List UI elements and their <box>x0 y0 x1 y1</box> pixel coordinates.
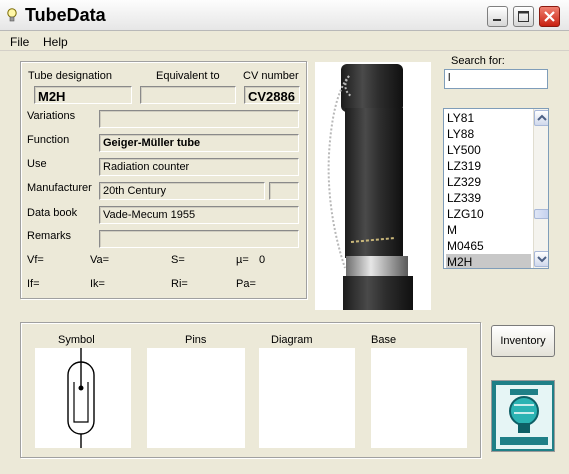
symbol-label: Symbol <box>58 334 95 346</box>
scroll-down-button[interactable] <box>534 251 548 267</box>
search-input[interactable]: l <box>444 69 548 89</box>
base-box <box>371 348 467 448</box>
search-label: Search for: <box>451 55 505 67</box>
menu-bar: File Help <box>0 31 569 51</box>
va-label: Va= <box>90 254 110 266</box>
lightbulb-icon <box>7 8 17 22</box>
list-item[interactable]: M0465 <box>446 238 531 254</box>
list-item[interactable]: LZ319 <box>446 158 531 174</box>
equivalent-to-field[interactable] <box>140 86 236 104</box>
tube-logo-icon <box>491 380 555 452</box>
data-book-label: Data book <box>27 207 78 219</box>
maximize-icon <box>518 11 529 22</box>
list-item[interactable]: LZ339 <box>446 190 531 206</box>
chevron-down-icon <box>537 256 547 263</box>
window-title: TubeData <box>25 5 106 25</box>
symbol-box <box>35 348 131 448</box>
variations-field[interactable] <box>99 110 299 128</box>
minimize-icon <box>493 19 501 21</box>
chevron-up-icon <box>537 114 547 121</box>
equivalent-to-label: Equivalent to <box>156 70 220 82</box>
list-item[interactable]: LY81 <box>446 110 531 126</box>
list-scrollbar[interactable] <box>533 109 548 268</box>
variations-label: Variations <box>27 110 76 122</box>
pins-label: Pins <box>185 334 207 346</box>
manufacturer-field[interactable]: 20th Century <box>99 182 265 200</box>
pa-label: Pa= <box>236 278 256 290</box>
close-icon <box>544 11 555 22</box>
remarks-field[interactable] <box>99 230 299 248</box>
diagram-box <box>259 348 355 448</box>
tube-list[interactable]: LY81 LY88 LY500 LZ319 LZ329 LZ339 LZG10 … <box>443 108 549 269</box>
minimize-button[interactable] <box>487 6 508 27</box>
menu-help[interactable]: Help <box>43 35 68 49</box>
close-button[interactable] <box>539 6 560 27</box>
mu-label: µ= <box>236 254 249 266</box>
vf-label: Vf= <box>27 254 44 266</box>
menu-file[interactable]: File <box>10 35 29 49</box>
scroll-thumb[interactable] <box>534 209 548 219</box>
mu-value: 0 <box>259 254 266 266</box>
tube-photo <box>315 62 431 310</box>
base-label: Base <box>371 334 397 346</box>
scroll-up-button[interactable] <box>534 110 548 126</box>
s-label: S= <box>171 254 185 266</box>
tube-designation-field[interactable]: M2H <box>34 86 132 104</box>
ri-label: Ri= <box>171 278 188 290</box>
tube-designation-label: Tube designation <box>28 70 112 82</box>
data-book-field[interactable]: Vade-Mecum 1955 <box>99 206 299 224</box>
pins-box <box>147 348 245 448</box>
ik-label: Ik= <box>90 278 105 290</box>
use-field[interactable]: Radiation counter <box>99 158 299 176</box>
list-item[interactable]: LZ329 <box>446 174 531 190</box>
list-item-selected[interactable]: M2H <box>446 254 531 268</box>
function-label: Function <box>27 134 70 146</box>
inventory-button[interactable]: Inventory <box>491 325 555 357</box>
function-field[interactable]: Geiger-Müller tube <box>99 134 299 152</box>
list-item[interactable]: LZG10 <box>446 206 531 222</box>
remarks-label: Remarks <box>27 230 72 242</box>
title-bar: TubeData <box>0 0 569 31</box>
manufacturer-extra-field[interactable] <box>269 182 299 200</box>
list-item[interactable]: LY88 <box>446 126 531 142</box>
cv-number-field[interactable]: CV2886 <box>244 86 300 104</box>
list-item[interactable]: LY500 <box>446 142 531 158</box>
list-item[interactable]: M <box>446 222 531 238</box>
cv-number-label: CV number <box>243 70 299 82</box>
manufacturer-label: Manufacturer <box>27 182 92 194</box>
if-label: If= <box>27 278 40 290</box>
geiger-tube-symbol-icon <box>67 348 95 448</box>
maximize-button[interactable] <box>513 6 534 27</box>
diagram-label: Diagram <box>271 334 313 346</box>
use-label: Use <box>27 158 47 170</box>
